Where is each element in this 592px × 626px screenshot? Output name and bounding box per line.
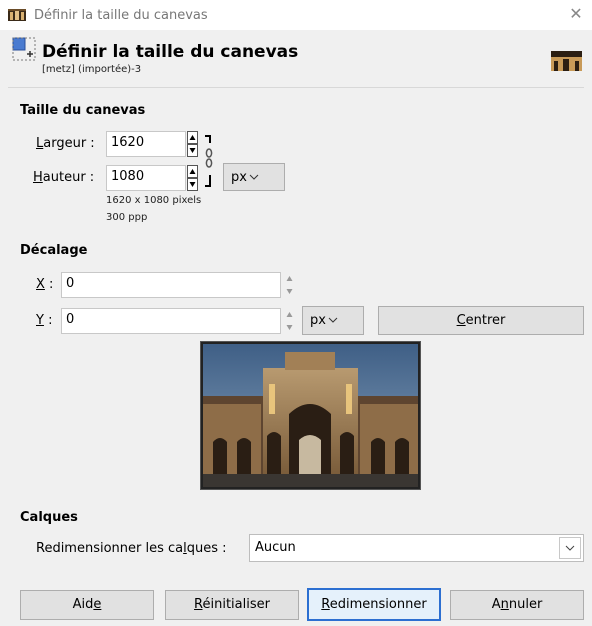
resize-layers-label-b: ques : — [186, 541, 227, 556]
resolution-info: 300 ppp — [106, 212, 148, 223]
offset-y-spinner[interactable] — [284, 308, 295, 334]
canvas-preview[interactable] — [200, 341, 421, 490]
y-label: Y : — [36, 313, 52, 328]
width-spinner[interactable] — [187, 131, 198, 157]
chevron-down-icon — [328, 317, 338, 323]
height-label: Hauteur : — [33, 170, 95, 185]
offset-x-input[interactable]: 0 — [61, 272, 281, 298]
resize-layers-label: Redimensionner les calques : — [36, 541, 227, 556]
size-unit-value: px — [231, 170, 247, 185]
reset-label-rest: éinitialiser — [202, 597, 270, 612]
y-label-text: Y — [36, 313, 44, 328]
center-label-letter: C — [456, 313, 466, 328]
canvas-size-heading: Taille du canevas — [20, 103, 146, 118]
image-thumbnail-icon — [551, 51, 582, 71]
reset-button[interactable]: Réinitialiser — [165, 590, 299, 620]
image-name: [metz] (importée)-3 — [42, 64, 142, 75]
x-label-text: X — [36, 277, 45, 292]
header-divider — [8, 87, 584, 88]
offset-x-spinner[interactable] — [284, 272, 295, 298]
width-input[interactable]: 1620 — [106, 131, 186, 157]
dialog-title: Définir la taille du canevas — [42, 42, 299, 62]
preview-image — [203, 344, 418, 487]
height-label-text: auteur : — [42, 170, 95, 185]
x-label-rest: : — [44, 277, 54, 292]
resize-label-rest: edimensionner — [329, 597, 427, 612]
select-arrow-box[interactable] — [559, 537, 581, 559]
close-icon[interactable]: ✕ — [566, 4, 586, 23]
resize-layers-value: Aucun — [255, 540, 296, 555]
size-unit-dropdown[interactable]: px — [223, 163, 285, 191]
center-label-rest: entrer — [465, 313, 506, 328]
help-button[interactable]: Aide — [20, 590, 154, 620]
width-label: Largeur : — [36, 136, 95, 151]
offset-unit-value: px — [310, 313, 326, 328]
resize-button[interactable]: Redimensionner — [307, 588, 441, 621]
height-spinner[interactable] — [187, 165, 198, 191]
cancel-label-b: nuler — [508, 597, 543, 612]
chevron-down-icon — [249, 174, 259, 180]
pixels-info: 1620 x 1080 pixels — [106, 195, 202, 206]
canvas-size-icon — [12, 37, 36, 61]
app-icon — [8, 9, 26, 21]
offset-heading: Décalage — [20, 243, 88, 258]
resize-layers-select[interactable]: Aucun — [249, 534, 584, 562]
center-button[interactable]: Centrer — [378, 306, 584, 335]
height-input[interactable]: 1080 — [106, 165, 186, 191]
window-titlebar: Définir la taille du canevas ✕ — [0, 0, 592, 30]
help-label-u: e — [93, 597, 102, 612]
chain-link-icon[interactable] — [202, 133, 216, 189]
offset-y-input[interactable]: 0 — [61, 308, 281, 334]
help-label-a: Aid — [72, 597, 94, 612]
layers-heading: Calques — [20, 510, 78, 525]
cancel-button[interactable]: Annuler — [450, 590, 584, 620]
cancel-label-a: A — [491, 597, 501, 612]
resize-layers-label-a: Redimensionner les ca — [36, 541, 184, 556]
window-title: Définir la taille du canevas — [34, 8, 208, 23]
chevron-down-icon — [565, 545, 575, 551]
cancel-label-u: n — [500, 597, 509, 612]
x-label: X : — [36, 277, 53, 292]
width-label-text: argeur : — [43, 136, 95, 151]
y-label-rest: : — [43, 313, 53, 328]
offset-unit-dropdown[interactable]: px — [302, 306, 364, 335]
resize-label-u: R — [321, 597, 330, 612]
